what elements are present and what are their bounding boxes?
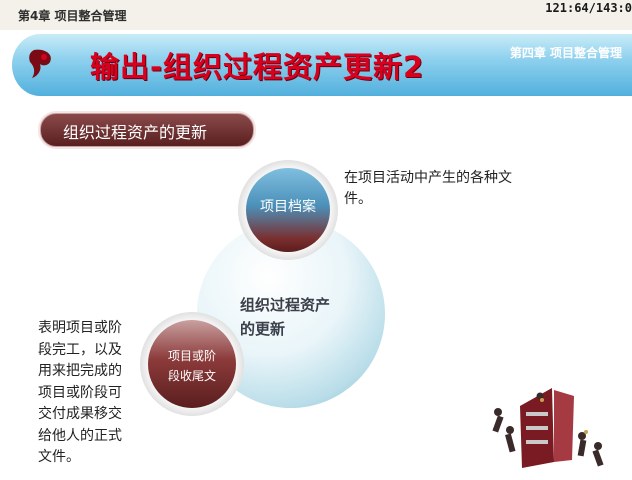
left-description-line: 文件。: [38, 449, 80, 465]
top-node-label: 项目档案: [260, 199, 316, 215]
left-description-line: 项目或阶段可: [38, 384, 122, 401]
top-description-line2: 件。: [344, 191, 372, 207]
chapter-tag: 第4章 项目整合管理: [18, 9, 127, 23]
page-counter: 121:64/143:0: [545, 1, 632, 15]
bottom-node-line2: 段收尾文: [167, 369, 216, 383]
left-description-line: 给他人的正式: [38, 427, 122, 444]
title-banner: 输出-组织过程资产更新2 第四章 项目整合管理: [12, 34, 632, 96]
center-circle-label: 组织过程资产 的更新: [240, 293, 360, 341]
people-pushing-wall-illustration: [492, 388, 604, 468]
section-pill: 组织过程资产的更新: [40, 113, 254, 147]
left-description-line: 交付成果移交: [38, 406, 122, 422]
center-label-line1: 组织过程资产: [240, 296, 331, 314]
top-bar: 第4章 项目整合管理 121:64/143:0: [0, 0, 632, 30]
center-label-line2: 的更新: [240, 320, 286, 338]
bottom-node-line1: 项目或阶: [167, 349, 216, 363]
top-description-line1: 在项目活动中产生的各种文: [344, 170, 512, 186]
top-description: 在项目活动中产生的各种文 件。: [344, 168, 544, 210]
bottom-node-label: 项目或阶 段收尾文: [150, 346, 234, 386]
section-label: 组织过程资产的更新: [63, 123, 208, 142]
left-description-line: 用来把完成的: [38, 363, 122, 379]
bullet-mark-icon: [29, 49, 51, 78]
left-description-line: 表明项目或阶: [38, 320, 122, 336]
slide-title: 输出-组织过程资产更新2: [90, 50, 425, 84]
banner-chapter-label: 第四章 项目整合管理: [509, 46, 622, 60]
left-description: 表明项目或阶 段完工，以及 用来把完成的 项目或阶段可 交付成果移交 给他人的正…: [38, 318, 138, 469]
left-description-line: 段完工，以及: [38, 341, 122, 358]
